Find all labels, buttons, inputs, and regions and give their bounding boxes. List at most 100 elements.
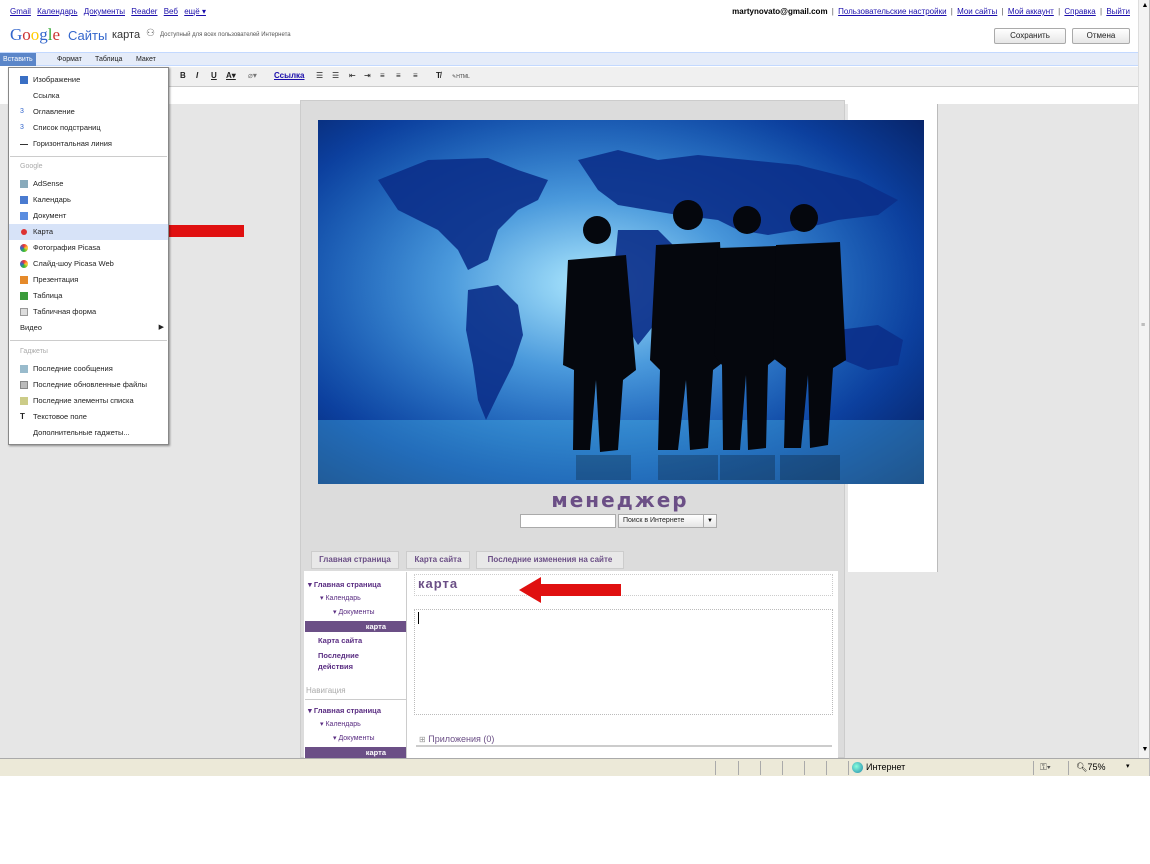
- italic-button[interactable]: I: [196, 71, 198, 80]
- menu-item-map[interactable]: Карта: [9, 224, 168, 240]
- settings-link[interactable]: Пользовательские настройки: [838, 7, 946, 16]
- nav-item-current[interactable]: карта: [305, 747, 406, 758]
- subpages-icon: 3: [20, 124, 24, 131]
- menu-item-form[interactable]: Табличная форма: [9, 304, 168, 320]
- scroll-up-icon[interactable]: ▲: [1140, 2, 1149, 12]
- protected-mode-icon[interactable]: ⚿▾: [1040, 762, 1051, 773]
- search-dropdown-icon[interactable]: ▼: [703, 514, 717, 528]
- attachments-link[interactable]: ⊞ Приложения (0): [419, 734, 494, 744]
- attachments-label: Приложения (0): [428, 734, 495, 744]
- my-account-link[interactable]: Мой аккаунт: [1008, 7, 1054, 16]
- cancel-button[interactable]: Отмена: [1072, 28, 1130, 44]
- page-title[interactable]: карта: [418, 576, 458, 591]
- menu-item-toc[interactable]: 3 Оглавление: [9, 104, 168, 120]
- page-title-box[interactable]: [414, 574, 833, 596]
- zoom-dropdown-icon[interactable]: ▾: [1126, 762, 1130, 770]
- underline-button[interactable]: U: [211, 71, 217, 80]
- menu-item-presentation[interactable]: Презентация: [9, 272, 168, 288]
- menu-item-video[interactable]: Видео ▶: [9, 320, 168, 336]
- menu-item-image[interactable]: Изображение: [9, 72, 168, 88]
- divider: [305, 699, 406, 700]
- remove-format-icon[interactable]: T̸: [436, 71, 441, 80]
- menu-format[interactable]: Формат: [54, 53, 85, 66]
- sign-out-link[interactable]: Выйти: [1106, 7, 1130, 16]
- divider: [738, 761, 739, 775]
- scroll-grip-icon[interactable]: ≡: [1141, 322, 1145, 329]
- menu-item-spreadsheet[interactable]: Таблица: [9, 288, 168, 304]
- html-button[interactable]: ✎HTML: [452, 74, 470, 80]
- menu-item-picasa-slideshow[interactable]: Слайд-шоу Picasa Web: [9, 256, 168, 272]
- gbar-link-docs[interactable]: Документы: [84, 7, 125, 16]
- sidebar-item-sitemap[interactable]: Карта сайта: [318, 636, 362, 645]
- page-body-editor[interactable]: [414, 609, 833, 715]
- gbar-link-reader[interactable]: Reader: [131, 7, 157, 16]
- tab-home[interactable]: Главная страница: [311, 551, 399, 569]
- menu-item-calendar[interactable]: Календарь: [9, 192, 168, 208]
- header-banner-image: [318, 120, 924, 484]
- menu-item-label: Видео: [20, 323, 42, 332]
- menu-item-more-gadgets[interactable]: Дополнительные гаджеты...: [9, 425, 168, 441]
- zoom-label: 75%: [1087, 762, 1106, 772]
- browser-status-bar: Интернет ⚿▾ 🔍︎75% ▾: [0, 758, 1149, 776]
- editor-toolbar: B I U A▾ ⌀▾ Ссылка ☰ ☰ ⇤ ⇥ ≡ ≡ ≡ T̸ ✎HTM…: [168, 67, 1138, 87]
- menu-item-recent-posts[interactable]: Последние сообщения: [9, 361, 168, 377]
- bold-button[interactable]: B: [180, 71, 186, 80]
- world-map-businessmen-illustration: [318, 120, 924, 484]
- zoom-level[interactable]: 🔍︎75%: [1076, 762, 1105, 773]
- sidebar-item-home[interactable]: ▾ Главная страница: [308, 580, 381, 589]
- nav-item-label: Документы: [338, 735, 375, 742]
- align-right-icon[interactable]: ≡: [413, 71, 418, 80]
- gbar-link-more[interactable]: ещё ▾: [184, 7, 206, 16]
- vertical-scrollbar[interactable]: ▲ ≡ ▼: [1138, 0, 1149, 758]
- sidebar-item-current[interactable]: карта: [305, 621, 406, 632]
- site-search-input[interactable]: [520, 514, 616, 528]
- menu-insert[interactable]: Вставить: [0, 53, 36, 66]
- menu-item-adsense[interactable]: AdSense: [9, 176, 168, 192]
- toc-icon: 3: [20, 108, 24, 115]
- indent-less-icon[interactable]: ⇤: [349, 71, 356, 80]
- sidebar-item-recent[interactable]: Последние действия: [318, 650, 388, 672]
- gbar-account: martynovato@gmail.com | Пользовательские…: [732, 7, 1130, 16]
- indent-more-icon[interactable]: ⇥: [364, 71, 371, 80]
- save-button[interactable]: Сохранить: [994, 28, 1066, 44]
- my-sites-link[interactable]: Мои сайты: [957, 7, 997, 16]
- sidebar-item-calendar[interactable]: ▾ Календарь: [320, 594, 361, 602]
- sidebar-item-label: Главная страница: [313, 580, 382, 589]
- menu-item-picasa-photo[interactable]: Фотография Picasa: [9, 240, 168, 256]
- menu-item-label: Оглавление: [33, 107, 75, 116]
- nav-item-home[interactable]: ▾ Главная страница: [308, 706, 381, 715]
- help-link[interactable]: Справка: [1064, 7, 1095, 16]
- highlight-color-icon[interactable]: ⌀▾: [248, 71, 257, 80]
- google-logo[interactable]: Google: [10, 25, 60, 45]
- sidebar-item-documents[interactable]: ▾ Документы: [333, 608, 375, 616]
- menu-item-recent-list[interactable]: Последние элементы списка: [9, 393, 168, 409]
- menu-item-subpages[interactable]: 3 Список подстраниц: [9, 120, 168, 136]
- align-center-icon[interactable]: ≡: [396, 71, 401, 80]
- spreadsheet-icon: [20, 292, 28, 300]
- site-title[interactable]: менеджер: [520, 488, 720, 512]
- tab-recent-changes[interactable]: Последние изменения на сайте: [476, 551, 624, 569]
- menu-layout[interactable]: Макет: [133, 53, 159, 66]
- menu-item-hr[interactable]: Горизонтальная линия: [9, 136, 168, 152]
- menu-table[interactable]: Таблица: [92, 53, 125, 66]
- menu-item-label: Документ: [33, 211, 67, 220]
- menu-item-document[interactable]: Документ: [9, 208, 168, 224]
- gbar-link-web[interactable]: Веб: [164, 7, 178, 16]
- search-web-button[interactable]: Поиск в Интернете: [618, 514, 704, 528]
- nav-item-calendar[interactable]: ▾ Календарь: [320, 720, 361, 728]
- text-color-icon[interactable]: A▾: [226, 71, 236, 80]
- link-button[interactable]: Ссылка: [274, 71, 305, 80]
- gbar-link-calendar[interactable]: Календарь: [37, 7, 77, 16]
- scroll-down-icon[interactable]: ▼: [1140, 746, 1149, 756]
- gbar-link-gmail[interactable]: Gmail: [10, 7, 31, 16]
- align-left-icon[interactable]: ≡: [380, 71, 385, 80]
- menu-item-recent-files[interactable]: Последние обновленные файлы: [9, 377, 168, 393]
- nav-item-documents[interactable]: ▾ Документы: [333, 734, 375, 742]
- divider: [416, 745, 832, 747]
- menu-item-text-box[interactable]: T Текстовое поле: [9, 409, 168, 425]
- tab-sitemap[interactable]: Карта сайта: [406, 551, 470, 569]
- menu-item-label: Презентация: [33, 275, 79, 284]
- bulleted-list-icon[interactable]: ☰: [332, 71, 339, 80]
- menu-item-link[interactable]: Ссылка: [9, 88, 168, 104]
- numbered-list-icon[interactable]: ☰: [316, 71, 323, 80]
